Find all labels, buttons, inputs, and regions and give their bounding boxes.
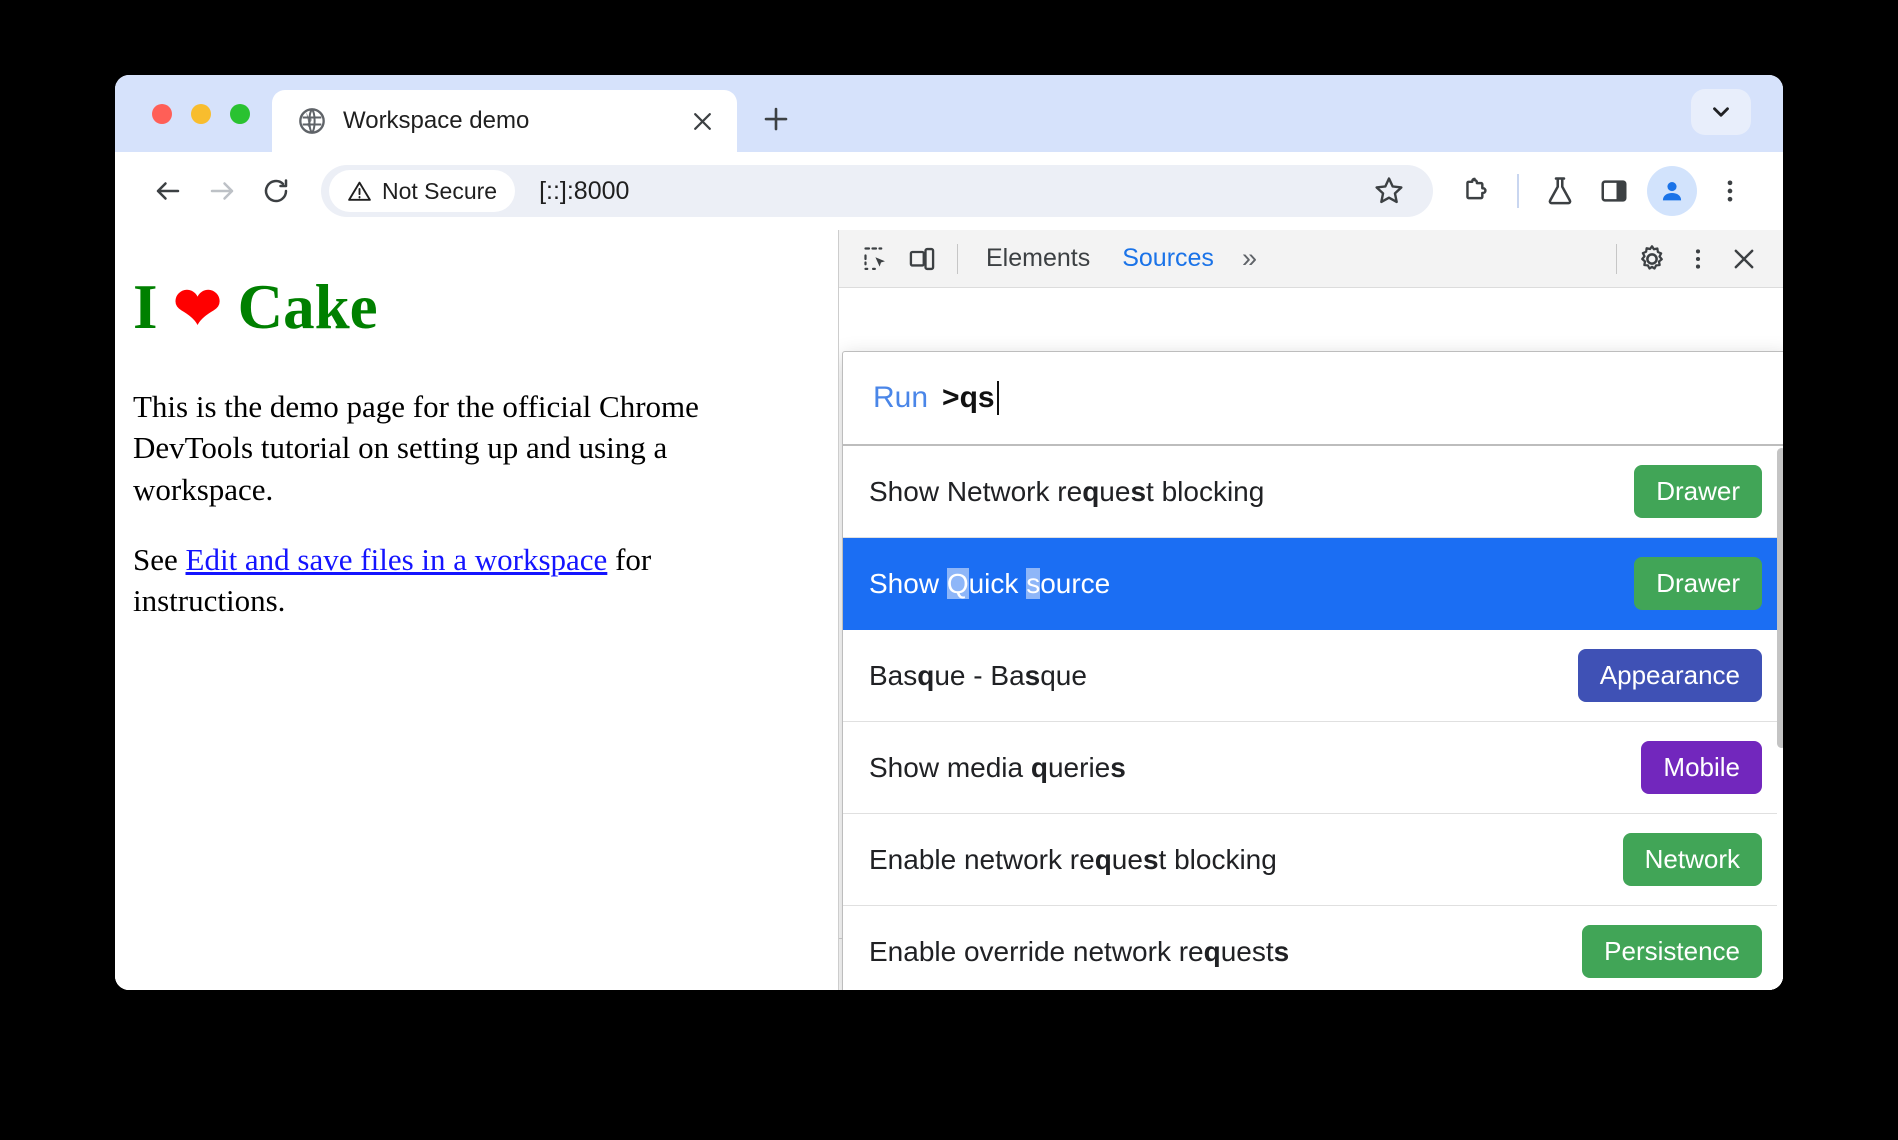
command-palette-item[interactable]: Basque - Basque Appearance: [843, 630, 1783, 722]
command-palette-item-badge: Appearance: [1577, 649, 1762, 702]
heart-icon: ❤: [173, 276, 222, 341]
browser-window: Workspace demo Not Secure [::]:8000 I ❤ …: [115, 75, 1783, 990]
toolbar-divider: [1517, 174, 1519, 208]
command-palette-query: >qs: [942, 381, 995, 414]
screenshot-root: Workspace demo Not Secure [::]:8000 I ❤ …: [0, 0, 1898, 1140]
page-paragraph-1: This is the demo page for the official C…: [133, 389, 699, 507]
browser-toolbar: Not Secure [::]:8000: [115, 152, 1783, 230]
device-toolbar-icon[interactable]: [899, 236, 945, 282]
devtools-toolbar-divider-2: [1616, 243, 1617, 274]
three-dot-menu-icon[interactable]: [1703, 164, 1757, 218]
side-panel-icon[interactable]: [1587, 164, 1641, 218]
text-caret: [996, 381, 999, 415]
command-palette-item-label: Enable network request blocking: [869, 843, 1277, 875]
window-controls: [115, 104, 250, 152]
page-title: I ❤ Cake: [133, 274, 798, 340]
command-palette-prefix: Run: [873, 381, 929, 414]
command-palette-item-badge: Mobile: [1641, 741, 1762, 794]
star-icon[interactable]: [1367, 169, 1411, 213]
command-palette-item-label: Show Network request blocking: [869, 475, 1265, 507]
command-palette-item[interactable]: Enable network request blocking Network: [843, 814, 1783, 906]
tab-strip: Workspace demo: [115, 75, 1783, 152]
address-bar[interactable]: Not Secure [::]:8000: [321, 165, 1433, 217]
command-palette-list: Show Network request blocking Drawer Show …: [843, 446, 1783, 990]
warning-triangle-icon: [348, 181, 371, 201]
reload-icon[interactable]: [249, 164, 303, 218]
content-area: I ❤ Cake This is the demo page for the o…: [115, 230, 1783, 990]
more-tabs-chevron-icon[interactable]: »: [1230, 236, 1269, 282]
page-title-prefix: I: [133, 272, 174, 342]
gear-icon[interactable]: [1629, 236, 1675, 282]
command-palette-item[interactable]: Show Quick source Drawer: [843, 538, 1783, 630]
security-status-chip[interactable]: Not Secure: [329, 170, 516, 212]
new-tab-button[interactable]: [753, 96, 799, 142]
command-palette-item[interactable]: Enable override network requests Persiste…: [843, 906, 1783, 990]
forward-arrow-icon[interactable]: [195, 164, 249, 218]
close-icon[interactable]: [1721, 236, 1767, 282]
page-title-suffix: Cake: [221, 272, 378, 342]
inspect-element-icon[interactable]: [853, 236, 899, 282]
devtools-body: { } 0 characters selected Run >qs Show N…: [839, 288, 1783, 990]
devtools-toolbar: Elements Sources »: [839, 230, 1783, 288]
flask-icon[interactable]: [1533, 164, 1587, 218]
maximize-window-button[interactable]: [230, 104, 250, 124]
command-palette-item[interactable]: Show media queries Mobile: [843, 722, 1783, 814]
tab-title: Workspace demo: [343, 107, 530, 134]
command-palette-item-label: Basque - Basque: [869, 659, 1087, 691]
workspace-doc-link[interactable]: Edit and save files in a workspace: [186, 542, 608, 577]
back-arrow-icon[interactable]: [141, 164, 195, 218]
command-palette-item-label: Enable override network requests: [869, 935, 1290, 967]
palette-scrollbar-thumb[interactable]: [1777, 448, 1783, 748]
chevron-down-icon[interactable]: [1691, 89, 1751, 135]
see-prefix: See: [133, 541, 186, 577]
devtools-panel: Elements Sources » Run >qs Show Network …: [838, 230, 1783, 990]
close-window-button[interactable]: [152, 104, 172, 124]
minimize-window-button[interactable]: [191, 104, 211, 124]
three-dot-menu-icon[interactable]: [1675, 236, 1721, 282]
command-palette-item-badge: Drawer: [1634, 557, 1762, 610]
command-palette-item[interactable]: Show Network request blocking Drawer: [843, 446, 1783, 538]
command-palette-item-badge: Drawer: [1634, 465, 1762, 518]
tab-elements[interactable]: Elements: [970, 236, 1106, 282]
browser-tab-active[interactable]: Workspace demo: [272, 90, 737, 152]
command-palette-input[interactable]: Run >qs: [843, 352, 1783, 446]
page-paragraph-2: See Edit and save files in a workspace f…: [133, 539, 798, 621]
devtools-toolbar-divider: [957, 243, 958, 274]
command-palette: Run >qs Show Network request blocking Dra…: [842, 351, 1783, 990]
command-palette-item-badge: Network: [1622, 833, 1762, 886]
url-text: [::]:8000: [539, 176, 630, 205]
close-icon[interactable]: [685, 104, 719, 138]
command-palette-item-badge: Persistence: [1582, 925, 1762, 978]
avatar[interactable]: [1647, 166, 1697, 216]
page-viewport: I ❤ Cake This is the demo page for the o…: [115, 230, 838, 990]
command-palette-item-label: Show media queries: [869, 751, 1126, 783]
globe-icon: [298, 107, 326, 135]
security-status-label: Not Secure: [382, 177, 498, 204]
puzzle-icon[interactable]: [1449, 164, 1503, 218]
command-palette-item-label: Show Quick source: [869, 567, 1111, 599]
palette-scrollbar[interactable]: [1777, 448, 1783, 990]
tab-sources[interactable]: Sources: [1106, 236, 1230, 282]
